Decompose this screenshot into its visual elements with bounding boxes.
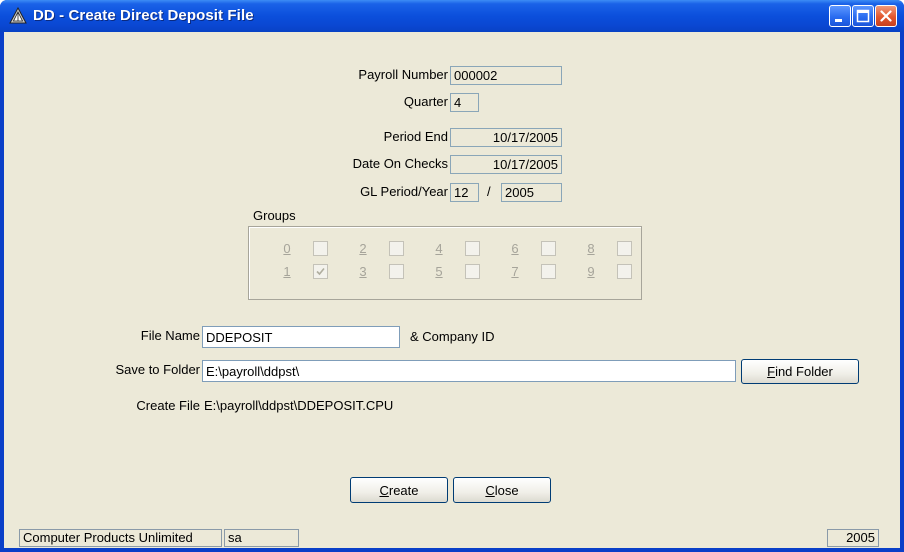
date-on-checks-field: 10/17/2005 (450, 155, 562, 174)
create-label: reate (388, 482, 419, 498)
group-4-label: 4 (435, 241, 443, 256)
group-3-label: 3 (359, 264, 367, 279)
close-button[interactable] (875, 5, 897, 27)
group-6-checkbox[interactable] (541, 241, 556, 256)
company-id-suffix: & Company ID (410, 329, 495, 344)
application-window: DD - Create Direct Deposit File Payroll … (0, 0, 904, 552)
checkmark-icon (316, 267, 325, 276)
groups-label: Groups (253, 208, 296, 223)
gl-period-label: GL Period/Year (360, 184, 448, 199)
status-company: Computer Products Unlimited (19, 529, 222, 547)
save-to-folder-label: Save to Folder (115, 362, 200, 377)
gl-period-field: 12 (450, 183, 479, 202)
date-on-checks-label: Date On Checks (352, 156, 448, 171)
find-folder-label: ind Folder (775, 364, 833, 379)
group-1-checkbox[interactable] (313, 264, 328, 279)
group-9-label: 9 (587, 264, 595, 279)
maximize-button[interactable] (852, 5, 874, 27)
group-8-checkbox[interactable] (617, 241, 632, 256)
gl-separator: / (487, 184, 491, 199)
create-file-label: Create File (136, 398, 200, 413)
group-1-label: 1 (283, 264, 291, 279)
minimize-button[interactable] (829, 5, 851, 27)
quarter-field: 4 (450, 93, 479, 112)
group-2-checkbox[interactable] (389, 241, 404, 256)
group-5-checkbox[interactable] (465, 264, 480, 279)
window-title: DD - Create Direct Deposit File (33, 7, 254, 24)
period-end-label: Period End (383, 129, 448, 144)
close-icon (880, 10, 892, 22)
quarter-label: Quarter (403, 94, 448, 109)
group-7-checkbox[interactable] (541, 264, 556, 279)
find-folder-accel: F (767, 364, 776, 379)
group-4-checkbox[interactable] (465, 241, 480, 256)
group-8-label: 8 (587, 241, 595, 256)
title-bar[interactable]: DD - Create Direct Deposit File (0, 0, 904, 32)
save-folder-input[interactable] (202, 360, 736, 382)
group-3-checkbox[interactable] (389, 264, 404, 279)
file-name-input[interactable] (202, 326, 400, 348)
group-9-checkbox[interactable] (617, 264, 632, 279)
close-dialog-button[interactable]: Close (453, 477, 551, 503)
groups-panel: 0 1 2 3 4 5 6 7 8 9 (248, 226, 642, 300)
group-6-label: 6 (511, 241, 519, 256)
create-accel: C (379, 482, 389, 498)
status-year: 2005 (827, 529, 879, 547)
payroll-number-label: Payroll Number (358, 67, 448, 82)
close-accel: C (485, 482, 495, 498)
group-5-label: 5 (435, 264, 443, 279)
payroll-number-field: 000002 (450, 66, 562, 85)
close-label: lose (494, 482, 519, 498)
file-name-label: File Name (140, 328, 200, 343)
dialog-body: Payroll Number 000002 Quarter 4 Period E… (4, 32, 900, 548)
status-user: sa (224, 529, 299, 547)
group-7-label: 7 (511, 264, 519, 279)
gl-year-field: 2005 (501, 183, 562, 202)
period-end-field: 10/17/2005 (450, 128, 562, 147)
group-2-label: 2 (359, 241, 367, 256)
minimize-icon (835, 19, 842, 22)
app-logo-icon (9, 7, 27, 24)
maximize-icon (856, 9, 870, 23)
group-0-label: 0 (283, 241, 291, 256)
find-folder-button[interactable]: Find Folder (741, 359, 859, 384)
create-file-path: E:\payroll\ddpst\DDEPOSIT.CPU (204, 398, 394, 413)
group-0-checkbox[interactable] (313, 241, 328, 256)
create-button[interactable]: Create (350, 477, 448, 503)
